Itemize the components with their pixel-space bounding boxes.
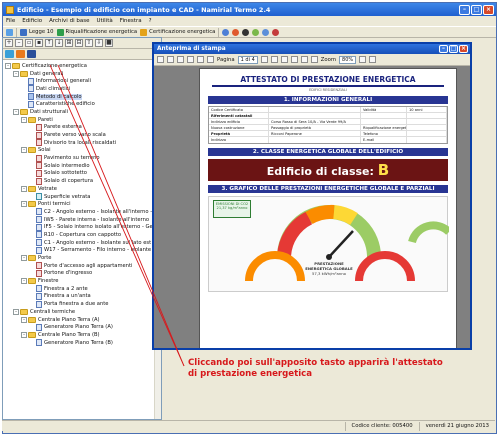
instruction-callout: Cliccando poi sull'apposito tasto appari… <box>188 358 478 379</box>
callout-line-1-text: Cliccando poi sull'apposito tasto appari… <box>188 358 443 368</box>
callout-line-2 <box>57 64 185 367</box>
callout-line-1 <box>49 64 185 367</box>
client-code: Codice cliente: 005400 <box>344 421 419 431</box>
current-date: venerdì 21 giugno 2013 <box>418 421 495 431</box>
status-bar: Codice cliente: 005400 venerdì 21 giugno… <box>2 420 495 431</box>
callout-line-2-text: di prestazione energetica <box>188 368 313 379</box>
